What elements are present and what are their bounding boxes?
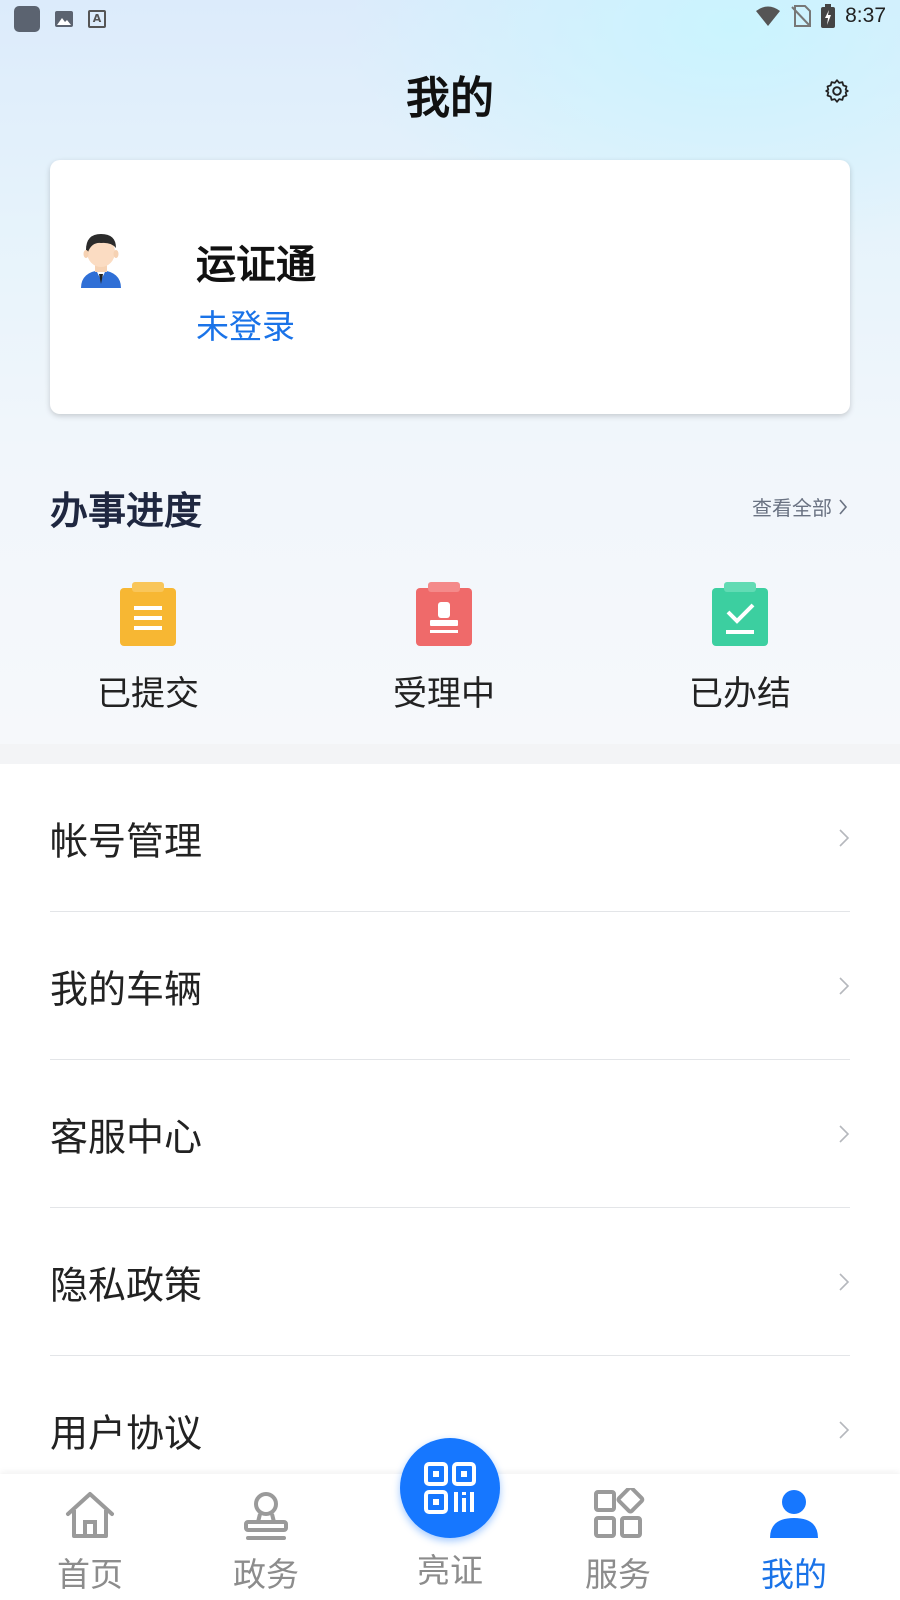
- clipboard-check-icon: [712, 582, 768, 646]
- text-notification-icon: A: [88, 10, 106, 28]
- chevron-right-icon: [839, 498, 848, 515]
- menu-item-label: 帐号管理: [50, 819, 203, 863]
- progress-item-processing[interactable]: 受理中: [344, 582, 544, 715]
- status-bar: A 8:37: [0, 0, 900, 36]
- status-time: 8:37: [845, 4, 886, 27]
- nav-label: 服务: [585, 1555, 651, 1594]
- grid-icon: [594, 1485, 645, 1538]
- profile-app-name: 运证通: [196, 242, 316, 288]
- show-certificate-button[interactable]: [400, 1438, 500, 1538]
- nav-item-government[interactable]: 政务: [206, 1488, 326, 1596]
- nav-item-home[interactable]: 首页: [30, 1488, 150, 1596]
- clipboard-list-icon: [120, 582, 176, 646]
- chevron-right-icon: [839, 828, 850, 847]
- menu-item-label: 隐私政策: [50, 1263, 203, 1307]
- menu-item-label: 用户协议: [50, 1411, 203, 1456]
- view-all-label: 查看全部: [752, 496, 832, 520]
- progress-row: 已提交 受理中 已办结: [0, 582, 900, 715]
- no-sim-icon: [791, 5, 812, 27]
- wifi-icon: [756, 6, 781, 26]
- progress-label: 受理中: [393, 674, 495, 714]
- progress-label: 已提交: [97, 674, 199, 714]
- person-icon: [770, 1490, 818, 1538]
- menu-item-vehicles[interactable]: 我的车辆: [50, 912, 850, 1060]
- nav-label-show-certificate: 亮证: [417, 1551, 483, 1590]
- profile-card[interactable]: 运证通 未登录: [50, 160, 850, 414]
- view-all-link[interactable]: 查看全部: [752, 492, 848, 521]
- nav-label: 首页: [57, 1555, 123, 1594]
- nav-item-services[interactable]: 服务: [558, 1485, 678, 1596]
- progress-item-completed[interactable]: 已办结: [640, 582, 840, 715]
- menu-item-customer-service[interactable]: 客服中心: [50, 1060, 850, 1208]
- menu-item-label: 客服中心: [50, 1115, 203, 1159]
- image-notification-icon: [55, 11, 73, 27]
- user-avatar-icon: [81, 234, 121, 288]
- gear-icon[interactable]: [824, 78, 850, 104]
- menu-item-account[interactable]: 帐号管理: [50, 764, 850, 912]
- progress-section-title: 办事进度: [50, 489, 203, 533]
- section-divider: [0, 744, 900, 764]
- app-notification-icon: [14, 6, 40, 32]
- progress-label: 已办结: [689, 674, 791, 714]
- nav-label: 政务: [233, 1555, 299, 1594]
- chevron-right-icon: [839, 1421, 850, 1439]
- chevron-right-icon: [839, 1272, 850, 1291]
- progress-item-submitted[interactable]: 已提交: [48, 582, 248, 715]
- nav-item-mine[interactable]: 我的: [734, 1488, 854, 1596]
- clipboard-stamp-icon: [416, 582, 472, 646]
- login-status-link[interactable]: 未登录: [196, 300, 295, 348]
- chevron-right-icon: [839, 1124, 850, 1143]
- page-title: 我的: [406, 73, 494, 124]
- battery-icon: [821, 4, 836, 28]
- chevron-right-icon: [839, 976, 850, 995]
- home-icon: [66, 1492, 114, 1538]
- nav-label: 我的: [761, 1555, 827, 1594]
- qr-code-icon: [424, 1462, 476, 1514]
- menu-list: 帐号管理 我的车辆 客服中心 隐私政策 用户协议: [0, 764, 900, 1504]
- stamp-icon: [244, 1492, 288, 1540]
- menu-item-label: 我的车辆: [50, 967, 203, 1011]
- menu-item-privacy-policy[interactable]: 隐私政策: [50, 1208, 850, 1356]
